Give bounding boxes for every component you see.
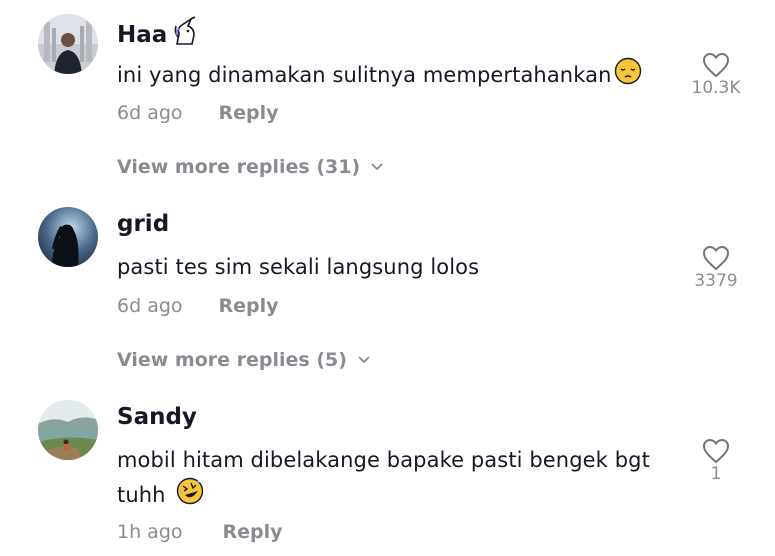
view-more-replies-button[interactable]: View more replies (31): [117, 156, 384, 178]
view-more-replies-button[interactable]: View more replies (5): [117, 349, 371, 371]
comment-time: 1h ago: [117, 521, 183, 543]
like-button[interactable]: 10.3K: [686, 52, 746, 98]
avatar[interactable]: [38, 14, 98, 74]
comment-text: ini yang dinamakan sulitnya mempertahank…: [117, 57, 677, 95]
reply-button[interactable]: Reply: [223, 521, 283, 543]
avatar[interactable]: [38, 400, 98, 460]
unicorn-icon: [169, 16, 201, 54]
view-more-replies-label: View more replies (31): [117, 156, 361, 178]
heart-icon: [702, 52, 730, 78]
comment-username[interactable]: grid: [117, 211, 169, 237]
comment-meta: 6d ago Reply: [117, 295, 279, 317]
like-count: 1: [710, 464, 722, 484]
pensive-face-icon: [614, 57, 642, 95]
username-text: Haa: [117, 22, 168, 48]
username-text: Sandy: [117, 404, 197, 430]
heart-icon: [702, 438, 730, 464]
like-button[interactable]: 1: [686, 438, 746, 484]
view-more-replies-label: View more replies (5): [117, 349, 347, 371]
avatar[interactable]: [38, 207, 98, 267]
like-count: 10.3K: [691, 78, 741, 98]
reply-button[interactable]: Reply: [219, 102, 279, 124]
chevron-down-icon: [371, 163, 383, 171]
comment-time: 6d ago: [117, 102, 183, 124]
like-count: 3379: [694, 271, 738, 291]
username-text: grid: [117, 211, 170, 237]
rolling-on-floor-laughing-icon: [176, 477, 204, 515]
comment-text-content: pasti tes sim sekali langsung lolos: [117, 255, 480, 279]
chevron-down-icon: [358, 356, 370, 364]
comment-time: 6d ago: [117, 295, 183, 317]
comment-username[interactable]: Sandy: [117, 404, 197, 430]
comment-username[interactable]: Haa: [117, 16, 201, 54]
comment-meta: 1h ago Reply: [117, 521, 283, 543]
like-button[interactable]: 3379: [686, 245, 746, 291]
comment-text-content: ini yang dinamakan sulitnya mempertahank…: [117, 63, 612, 87]
reply-button[interactable]: Reply: [219, 295, 279, 317]
heart-icon: [702, 245, 730, 271]
comment-text: pasti tes sim sekali langsung lolos: [117, 251, 677, 284]
comment-text: mobil hitam dibelakange bapake pasti ben…: [117, 444, 657, 515]
comment-meta: 6d ago Reply: [117, 102, 279, 124]
